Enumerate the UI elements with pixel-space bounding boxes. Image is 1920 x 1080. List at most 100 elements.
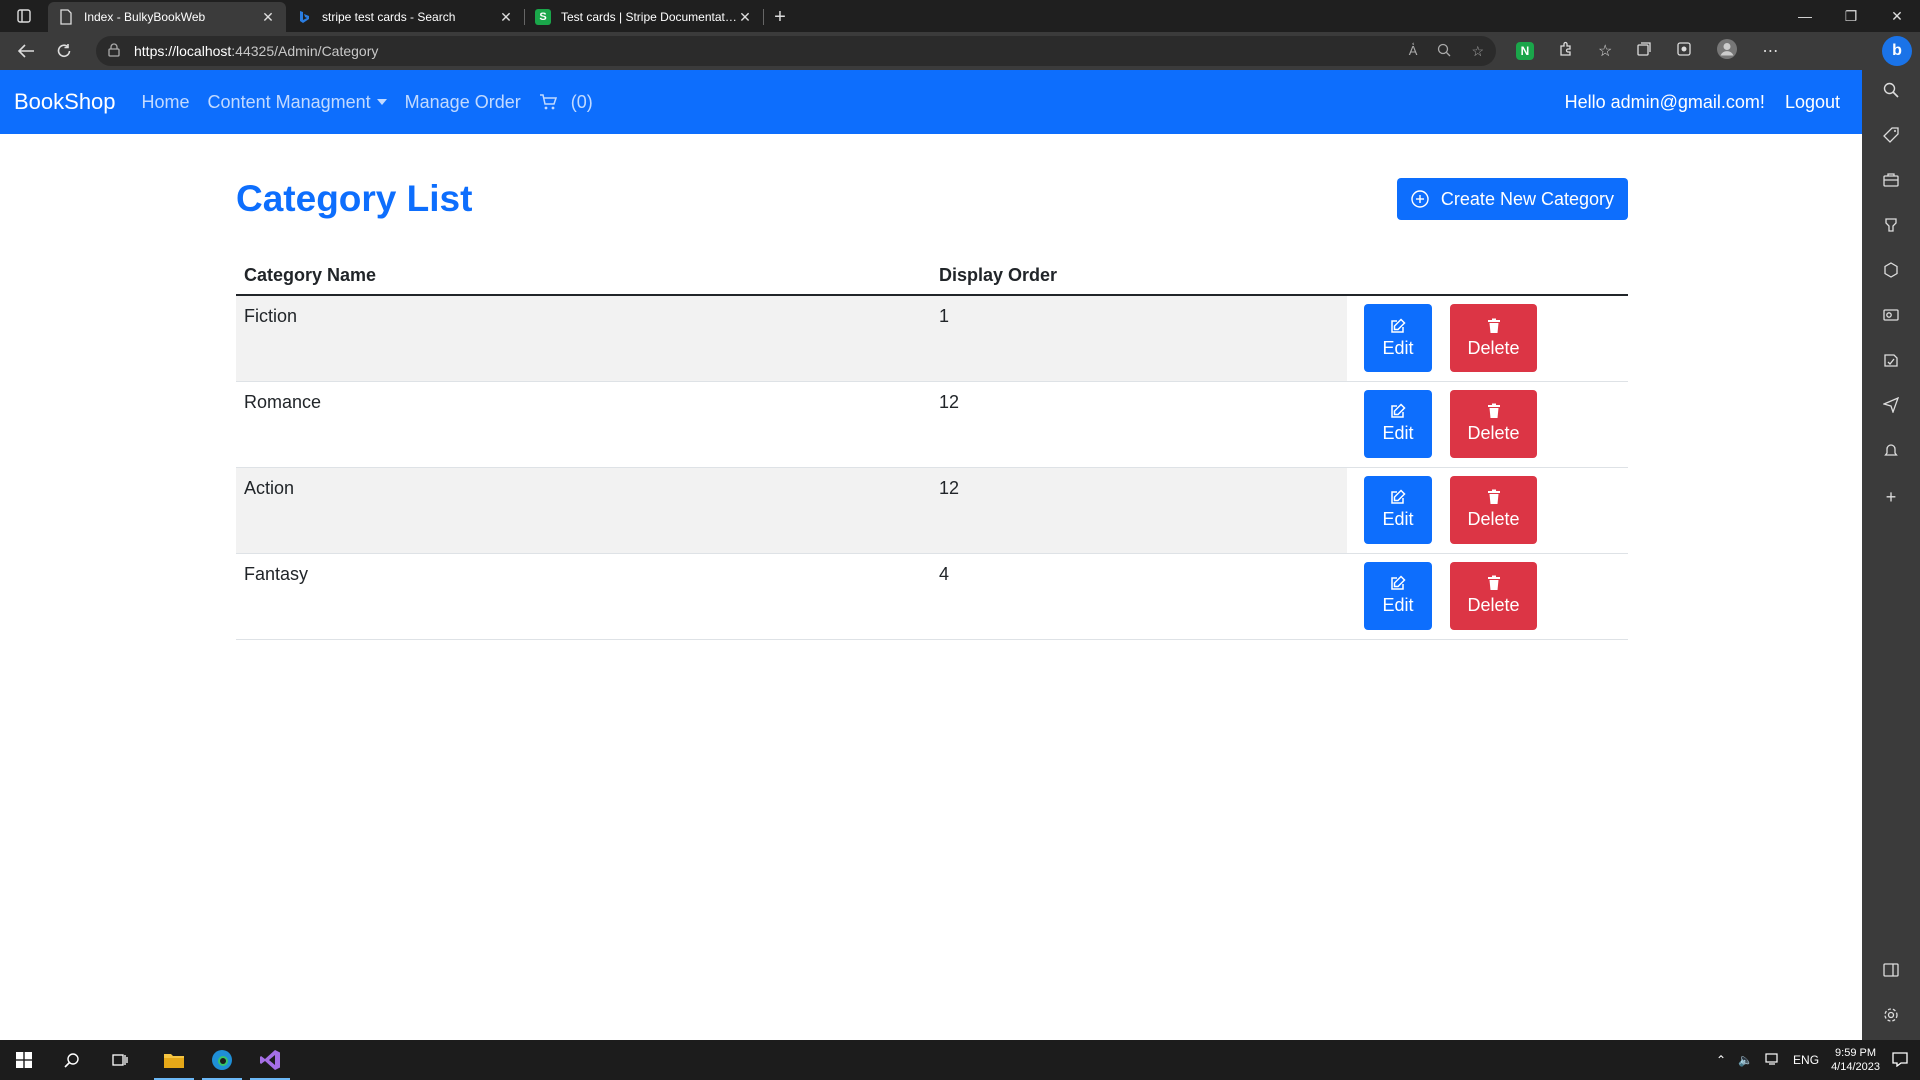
- network-icon[interactable]: [1765, 1052, 1781, 1069]
- row-actions: Edit Delete: [1347, 475, 1557, 544]
- zoom-icon[interactable]: [1437, 43, 1451, 60]
- extensions-puzzle-icon[interactable]: [1558, 41, 1574, 62]
- edit-label: Edit: [1382, 509, 1414, 529]
- nav-content-management-dropdown[interactable]: Content Managment: [208, 92, 387, 113]
- start-button[interactable]: [0, 1040, 48, 1080]
- search-icon[interactable]: [1883, 82, 1899, 103]
- address-bar[interactable]: https://localhost:44325/Admin/Category A…: [96, 36, 1496, 66]
- add-sidebar-app-icon[interactable]: +: [1886, 487, 1897, 508]
- edit-button[interactable]: Edit: [1364, 304, 1432, 372]
- display-order-cell: 1: [931, 295, 1347, 382]
- browser-toolbar: https://localhost:44325/Admin/Category A…: [0, 32, 1920, 70]
- tab-stripe-search[interactable]: stripe test cards - Search ✕: [286, 2, 524, 32]
- notifications-icon[interactable]: [1883, 442, 1899, 463]
- taskbar-search-button[interactable]: [48, 1040, 96, 1080]
- edge-browser-icon: [212, 1050, 232, 1070]
- nav-home-link[interactable]: Home: [142, 92, 190, 113]
- outlook-icon[interactable]: [1883, 307, 1899, 328]
- table-row: Fiction 1 Edit Delete: [236, 295, 1628, 382]
- dropdown-caret-icon: [376, 99, 387, 105]
- web-page: BookShop Home Content Managment Manage O…: [0, 70, 1862, 1040]
- volume-icon[interactable]: 🔈: [1738, 1053, 1753, 1067]
- delete-button[interactable]: Delete: [1450, 389, 1537, 458]
- delete-button[interactable]: Delete: [1450, 304, 1537, 372]
- delete-button[interactable]: Delete: [1450, 561, 1537, 630]
- drop-icon[interactable]: [1883, 352, 1899, 373]
- edit-button[interactable]: Edit: [1364, 389, 1432, 458]
- nav-manage-order-link[interactable]: Manage Order: [405, 92, 521, 113]
- refresh-icon: [57, 44, 71, 57]
- read-aloud-icon[interactable]: A᷾: [1409, 43, 1418, 60]
- main-container: Category List Create New Category Catego…: [236, 134, 1628, 640]
- tab-actions-button[interactable]: [0, 0, 48, 32]
- nav-content-management-label: Content Managment: [207, 91, 371, 112]
- send-icon[interactable]: [1882, 396, 1900, 418]
- table-row: Romance 12 Edit Delete: [236, 381, 1628, 468]
- show-hidden-icons-icon[interactable]: ⌃: [1716, 1053, 1726, 1067]
- tools-briefcase-icon[interactable]: [1883, 172, 1899, 193]
- sidebar-bottom: [1883, 962, 1899, 1028]
- edit-label: Edit: [1382, 337, 1414, 358]
- row-actions: Edit Delete: [1347, 561, 1557, 630]
- tab-title: stripe test cards - Search: [322, 10, 456, 24]
- edge-taskbar-button[interactable]: [198, 1040, 246, 1080]
- category-name-cell: Romance: [236, 381, 931, 468]
- notification-center-icon[interactable]: [1892, 1051, 1908, 1070]
- hide-sidebar-icon[interactable]: [1883, 962, 1899, 983]
- delete-label: Delete: [1467, 337, 1520, 358]
- bing-icon: [296, 9, 312, 25]
- favorites-icon[interactable]: ☆: [1598, 41, 1612, 61]
- windows-logo-icon: [16, 1052, 32, 1068]
- settings-gear-icon[interactable]: [1883, 1007, 1899, 1028]
- clock[interactable]: 9:59 PM 4/14/2023: [1831, 1046, 1880, 1074]
- profile-avatar-icon[interactable]: [1716, 38, 1738, 65]
- search-icon: [64, 1053, 79, 1068]
- restore-icon[interactable]: ❐: [1828, 0, 1874, 32]
- create-new-category-button[interactable]: Create New Category: [1396, 178, 1628, 220]
- task-view-button[interactable]: [96, 1040, 144, 1080]
- file-explorer-button[interactable]: [150, 1040, 198, 1080]
- more-options-icon[interactable]: ⋯: [1762, 41, 1778, 61]
- row-actions: Edit Delete: [1347, 304, 1557, 372]
- logout-button[interactable]: Logout: [1785, 92, 1840, 113]
- edit-icon: [1391, 403, 1406, 418]
- toolbar-icons: N ☆ ⋯: [1516, 38, 1778, 65]
- display-order-cell: 12: [931, 381, 1347, 468]
- table-row: Action 12 Edit Delete: [236, 467, 1628, 554]
- language-indicator[interactable]: ENG: [1793, 1053, 1819, 1067]
- new-tab-button[interactable]: +: [764, 2, 796, 32]
- back-arrow-icon: [17, 44, 34, 58]
- cart-count: (0): [570, 91, 593, 112]
- refresh-button[interactable]: [46, 35, 82, 67]
- minimize-icon[interactable]: —: [1782, 0, 1828, 32]
- tab-index-bulkybookweb[interactable]: Index - BulkyBookWeb ✕: [48, 2, 286, 32]
- browser-essentials-icon[interactable]: [1676, 41, 1692, 62]
- close-tab-icon[interactable]: ✕: [260, 9, 276, 26]
- back-button[interactable]: [8, 35, 44, 67]
- close-tab-icon[interactable]: ✕: [737, 9, 753, 26]
- url-path: :44325/Admin/Category: [231, 43, 379, 59]
- microsoft-365-icon[interactable]: [1883, 262, 1899, 283]
- tab-stripe-docs[interactable]: S Test cards | Stripe Documentation ✕: [525, 2, 763, 32]
- shopping-tag-icon[interactable]: [1883, 127, 1899, 148]
- nav-right: Hello admin@gmail.com! Logout: [1565, 92, 1848, 113]
- close-tab-icon[interactable]: ✕: [498, 9, 514, 26]
- visual-studio-button[interactable]: [246, 1040, 294, 1080]
- page-icon: [58, 9, 74, 25]
- brand-link[interactable]: BookShop: [14, 89, 116, 115]
- edit-button[interactable]: Edit: [1364, 561, 1432, 630]
- close-window-icon[interactable]: ✕: [1874, 0, 1920, 32]
- edge-sidebar: +: [1862, 70, 1920, 1040]
- category-table: Category Name Display Order Fiction 1 Ed…: [236, 250, 1628, 640]
- bing-chat-button[interactable]: b: [1882, 36, 1912, 66]
- games-icon[interactable]: [1883, 217, 1899, 238]
- edit-label: Edit: [1382, 595, 1414, 615]
- nav-cart-link[interactable]: (0): [539, 92, 593, 113]
- collections-icon[interactable]: [1636, 41, 1652, 62]
- add-favorite-icon[interactable]: ☆: [1471, 43, 1484, 60]
- delete-button[interactable]: Delete: [1450, 475, 1537, 544]
- user-greeting-link[interactable]: Hello admin@gmail.com!: [1565, 92, 1765, 113]
- address-bar-icons: A᷾ ☆: [1409, 43, 1484, 60]
- edit-button[interactable]: Edit: [1364, 475, 1432, 544]
- extension-icon[interactable]: N: [1516, 42, 1534, 60]
